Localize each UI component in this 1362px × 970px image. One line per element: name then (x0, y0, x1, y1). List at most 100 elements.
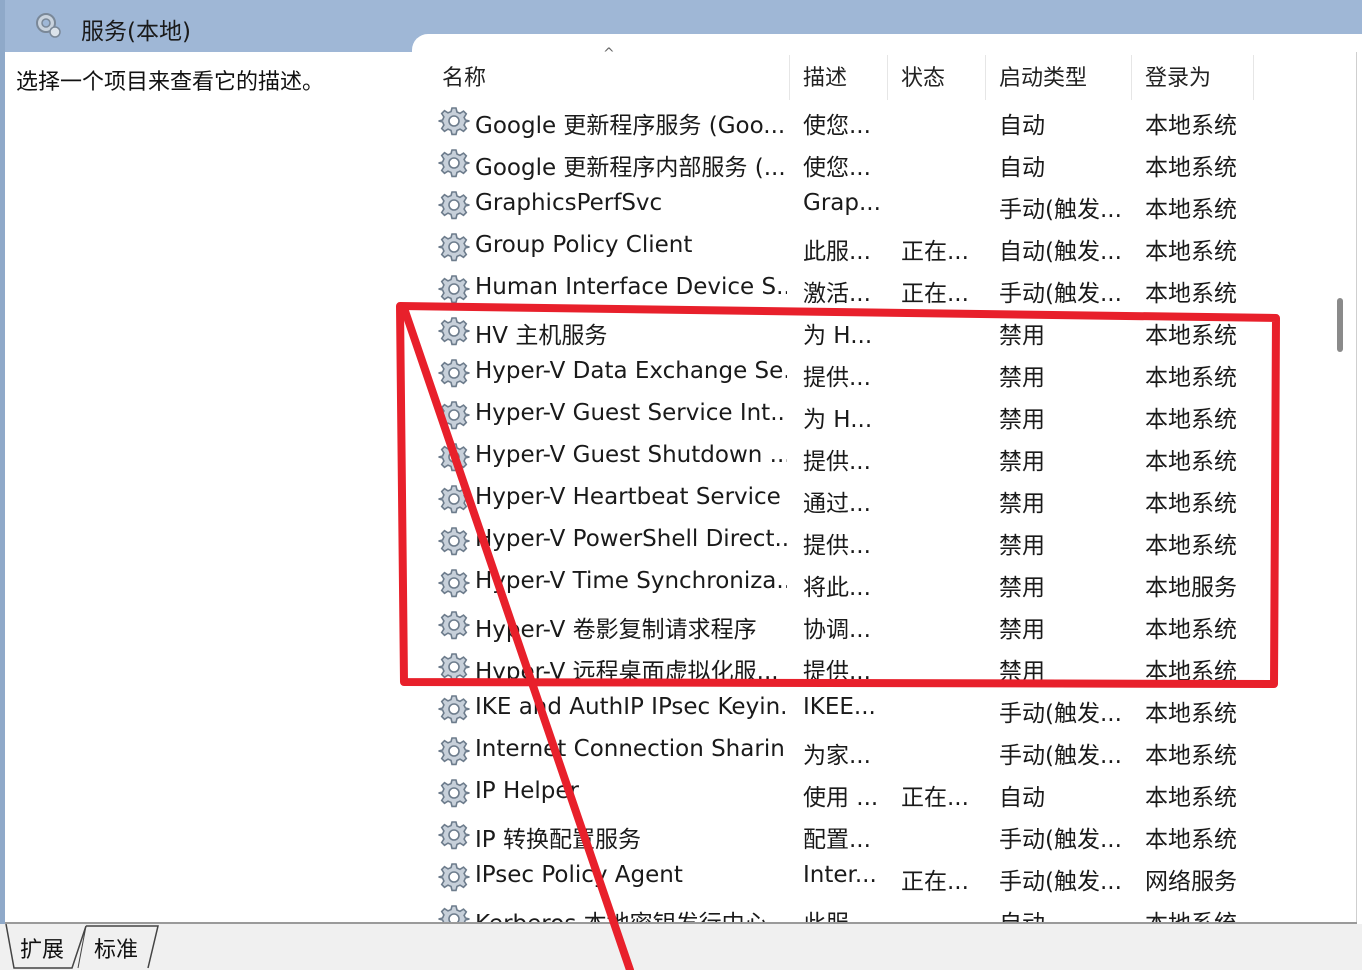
service-description: 提供... (803, 449, 871, 475)
tab-extended[interactable]: 扩展 (20, 924, 78, 968)
service-row[interactable]: Hyper-V Time Synchroniza... 将此... 禁用 本地服务 (432, 562, 1332, 604)
service-startup-type: 手动(触发... (999, 827, 1122, 853)
service-status: 正在... (901, 239, 969, 265)
service-name: Google 更新程序服务 (Goo... (475, 113, 786, 139)
service-description: 配置... (803, 827, 871, 853)
service-startup-type: 禁用 (999, 575, 1045, 601)
service-gear-icon (438, 777, 470, 809)
service-name: Human Interface Device S... (475, 274, 787, 300)
column-header-status[interactable]: 状态 (901, 60, 983, 100)
service-row[interactable]: Internet Connection Sharin... 为家... 手动(触发.… (432, 730, 1332, 772)
service-row[interactable]: Hyper-V Heartbeat Service 通过... 禁用 本地系统 (432, 478, 1332, 520)
service-logon-as: 本地系统 (1145, 743, 1237, 769)
service-description: 提供... (803, 533, 871, 559)
service-gear-icon (438, 651, 470, 683)
service-description: 使您... (803, 155, 871, 181)
service-row[interactable]: Hyper-V Data Exchange Se... 提供... 禁用 本地系统 (432, 352, 1332, 394)
service-row[interactable]: IKE and AuthIP IPsec Keyin... IKEE... 手动(触… (432, 688, 1332, 730)
service-startup-type: 禁用 (999, 617, 1045, 643)
scrollbar-thumb[interactable] (1337, 298, 1343, 352)
service-description: Inter... (803, 862, 877, 888)
service-logon-as: 本地系统 (1145, 659, 1237, 685)
service-row[interactable]: Hyper-V PowerShell Direct... 提供... 禁用 本地系统 (432, 520, 1332, 562)
service-description: 为 H... (803, 407, 873, 433)
service-gear-icon (438, 819, 470, 851)
service-logon-as: 本地系统 (1145, 491, 1237, 517)
service-logon-as: 本地系统 (1145, 701, 1237, 727)
service-logon-as: 本地服务 (1145, 575, 1237, 601)
service-row[interactable]: Hyper-V Guest Shutdown ... 提供... 禁用 本地系统 (432, 436, 1332, 478)
column-separator[interactable] (985, 55, 986, 100)
service-startup-type: 手动(触发... (999, 869, 1122, 895)
service-row[interactable]: Google 更新程序内部服务 (... 使您... 自动 本地系统 (432, 142, 1332, 184)
header-title: 服务(本地) (81, 19, 191, 45)
column-header-description[interactable]: 描述 (803, 60, 885, 100)
column-header-name[interactable]: 名称 (442, 60, 787, 100)
service-name: IPsec Policy Agent (475, 862, 683, 888)
service-startup-type: 禁用 (999, 491, 1045, 517)
service-row[interactable]: Human Interface Device S... 激活... 正在... 手动(… (432, 268, 1332, 310)
service-description: 提供... (803, 365, 871, 391)
vertical-scrollbar[interactable] (1328, 52, 1356, 922)
service-gear-icon (438, 861, 470, 893)
service-startup-type: 手动(触发... (999, 197, 1122, 223)
service-logon-as: 本地系统 (1145, 113, 1237, 139)
service-startup-type: 自动 (999, 785, 1045, 811)
column-separator[interactable] (789, 55, 790, 100)
service-logon-as: 本地系统 (1145, 197, 1237, 223)
services-list[interactable]: Google 更新程序服务 (Goo... 使您... 自动 本地系统 Google 更… (432, 100, 1332, 922)
service-row[interactable]: Kerberos 本地密钥发行中心此服... 自动本地系统 (432, 898, 1332, 922)
service-logon-as: 本地系统 (1145, 827, 1237, 853)
service-row[interactable]: Group Policy Client 此服... 正在... 自动(触发... 本地系… (432, 226, 1332, 268)
service-startup-type: 禁用 (999, 449, 1045, 475)
service-logon-as: 本地系统 (1145, 155, 1237, 181)
service-description: 为家... (803, 743, 871, 769)
service-row[interactable]: Hyper-V Guest Service Int... 为 H... 禁用 本地系统 (432, 394, 1332, 436)
service-row[interactable]: IP Helper 使用 ... 正在... 自动 本地系统 (432, 772, 1332, 814)
description-text: 选择一个项目来查看它的描述。 (16, 70, 325, 95)
service-logon-as: 本地系统 (1145, 904, 1275, 922)
service-startup-type: 禁用 (999, 533, 1045, 559)
service-gear-icon (438, 903, 470, 922)
service-description: 激活... (803, 281, 871, 307)
service-description: Grap... (803, 190, 881, 216)
header-notch (412, 34, 1362, 54)
service-description: 提供... (803, 659, 871, 685)
column-header-startup-type[interactable]: 启动类型 (999, 60, 1129, 100)
service-row[interactable]: HV 主机服务 为 H... 禁用 本地系统 (432, 310, 1332, 352)
service-gear-icon (438, 231, 470, 263)
service-description: 此服... (803, 904, 885, 922)
tab-standard-label: 标准 (94, 938, 139, 963)
column-header-logon-as[interactable]: 登录为 (1145, 60, 1250, 100)
service-row[interactable]: Google 更新程序服务 (Goo... 使您... 自动 本地系统 (432, 100, 1332, 142)
service-name: Hyper-V Guest Service Int... (475, 400, 787, 426)
service-startup-type: 禁用 (999, 323, 1045, 349)
service-row[interactable]: IPsec Policy Agent Inter... 正在... 手动(触发... 网… (432, 856, 1332, 898)
column-separator[interactable] (887, 55, 888, 100)
tab-standard[interactable]: 标准 (94, 924, 152, 968)
service-row[interactable]: Hyper-V 远程桌面虚拟化服... 提供... 禁用 本地系统 (432, 646, 1332, 688)
service-startup-type: 自动 (999, 155, 1045, 181)
service-logon-as: 本地系统 (1145, 785, 1237, 811)
service-description: 将此... (803, 575, 871, 601)
service-logon-as: 本地系统 (1145, 407, 1237, 433)
service-row[interactable]: IP 转换配置服务 配置... 手动(触发... 本地系统 (432, 814, 1332, 856)
service-name: Hyper-V Data Exchange Se... (475, 358, 787, 384)
service-name: Hyper-V Time Synchroniza... (475, 568, 787, 594)
service-logon-as: 网络服务 (1145, 869, 1237, 895)
service-row[interactable]: Hyper-V 卷影复制请求程序 协调... 禁用 本地系统 (432, 604, 1332, 646)
service-status: 正在... (901, 281, 969, 307)
service-startup-type: 自动(触发... (999, 239, 1122, 265)
service-name: Hyper-V Guest Shutdown ... (475, 442, 787, 468)
service-logon-as: 本地系统 (1145, 365, 1237, 391)
service-description: 此服... (803, 239, 871, 265)
service-row[interactable]: GraphicsPerfSvc Grap... 手动(触发... 本地系统 (432, 184, 1332, 226)
service-gear-icon (438, 567, 470, 599)
column-separator[interactable] (1253, 55, 1254, 100)
tab-extended-label: 扩展 (20, 938, 65, 963)
service-logon-as: 本地系统 (1145, 281, 1237, 307)
column-separator[interactable] (1131, 55, 1132, 100)
service-logon-as: 本地系统 (1145, 239, 1237, 265)
service-name: Internet Connection Sharin... (475, 736, 787, 762)
service-name: IKE and AuthIP IPsec Keyin... (475, 694, 787, 720)
